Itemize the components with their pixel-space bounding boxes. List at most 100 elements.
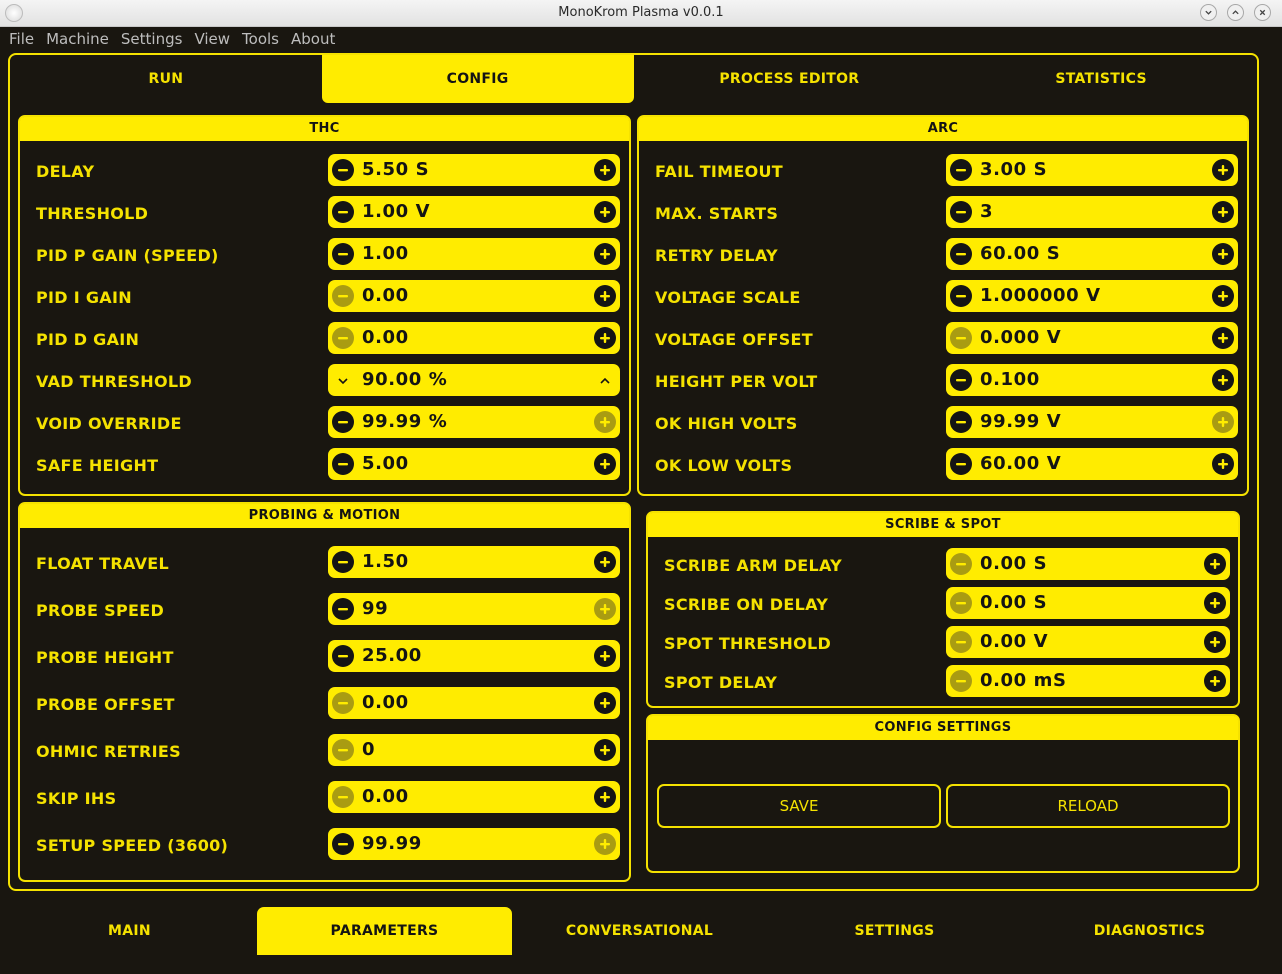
spinbox-value-ok-low-volts[interactable]: 60.00 V [980, 453, 1061, 474]
spinbox-max-starts[interactable]: 3 [946, 196, 1238, 228]
spinbox-value-pid-i-gain[interactable]: 0.00 [362, 285, 409, 306]
plus-circle-icon[interactable] [594, 411, 616, 433]
plus-circle-icon[interactable] [594, 285, 616, 307]
plus-circle-icon[interactable] [594, 243, 616, 265]
tab-diagnostics[interactable]: DIAGNOSTICS [1022, 907, 1277, 955]
minus-circle-icon[interactable] [950, 553, 972, 575]
plus-circle-icon[interactable] [1212, 159, 1234, 181]
plus-circle-icon[interactable] [594, 327, 616, 349]
plus-circle-icon[interactable] [594, 159, 616, 181]
tab-parameters[interactable]: PARAMETERS [257, 907, 512, 955]
plus-circle-icon[interactable] [1204, 631, 1226, 653]
minus-circle-icon[interactable] [332, 327, 354, 349]
reload-button[interactable]: RELOAD [946, 784, 1230, 828]
spinbox-ohmic-retries[interactable]: 0 [328, 734, 620, 766]
plus-circle-icon[interactable] [1212, 411, 1234, 433]
spinbox-value-delay[interactable]: 5.50 S [362, 159, 429, 180]
spinbox-ok-low-volts[interactable]: 60.00 V [946, 448, 1238, 480]
spinbox-voltage-scale[interactable]: 1.000000 V [946, 280, 1238, 312]
plus-circle-icon[interactable] [594, 739, 616, 761]
spinbox-threshold[interactable]: 1.00 V [328, 196, 620, 228]
spinbox-setup-speed-3600[interactable]: 99.99 [328, 828, 620, 860]
spinbox-value-voltage-scale[interactable]: 1.000000 V [980, 285, 1101, 306]
spinbox-scribe-on-delay[interactable]: 0.00 S [946, 587, 1230, 619]
minus-circle-icon[interactable] [332, 739, 354, 761]
spinbox-pid-p-gain-speed[interactable]: 1.00 [328, 238, 620, 270]
spinbox-delay[interactable]: 5.50 S [328, 154, 620, 186]
minus-circle-icon[interactable] [332, 598, 354, 620]
spinbox-value-float-travel[interactable]: 1.50 [362, 551, 409, 572]
tab-run[interactable]: RUN [10, 55, 322, 103]
minus-circle-icon[interactable] [332, 453, 354, 475]
spinbox-value-spot-delay[interactable]: 0.00 mS [980, 670, 1067, 691]
plus-circle-icon[interactable] [1212, 285, 1234, 307]
spinbox-value-vad-threshold[interactable]: 90.00 % [362, 369, 447, 390]
spinbox-fail-timeout[interactable]: 3.00 S [946, 154, 1238, 186]
menu-settings[interactable]: Settings [115, 27, 189, 51]
plus-circle-icon[interactable] [1212, 453, 1234, 475]
plus-circle-icon[interactable] [1204, 670, 1226, 692]
plus-circle-icon[interactable] [594, 786, 616, 808]
spinbox-voltage-offset[interactable]: 0.000 V [946, 322, 1238, 354]
minus-circle-icon[interactable] [950, 592, 972, 614]
minus-circle-icon[interactable] [950, 243, 972, 265]
spinbox-probe-offset[interactable]: 0.00 [328, 687, 620, 719]
spinbox-value-probe-height[interactable]: 25.00 [362, 645, 422, 666]
minus-circle-icon[interactable] [332, 692, 354, 714]
spinbox-pid-i-gain[interactable]: 0.00 [328, 280, 620, 312]
menu-view[interactable]: View [188, 27, 236, 51]
minus-circle-icon[interactable] [950, 159, 972, 181]
minus-circle-icon[interactable] [332, 243, 354, 265]
tab-config[interactable]: CONFIG [321, 55, 634, 103]
tab-settings[interactable]: SETTINGS [767, 907, 1022, 955]
minus-circle-icon[interactable] [332, 201, 354, 223]
spinbox-vad-threshold[interactable]: 90.00 % [328, 364, 620, 396]
spinbox-value-height-per-volt[interactable]: 0.100 [980, 369, 1040, 390]
minimize-icon[interactable] [1200, 4, 1217, 21]
plus-circle-icon[interactable] [1204, 553, 1226, 575]
spinbox-value-voltage-offset[interactable]: 0.000 V [980, 327, 1061, 348]
spinbox-retry-delay[interactable]: 60.00 S [946, 238, 1238, 270]
spinbox-value-void-override[interactable]: 99.99 % [362, 411, 447, 432]
plus-circle-icon[interactable] [594, 692, 616, 714]
minus-circle-icon[interactable] [950, 411, 972, 433]
menu-file[interactable]: File [3, 27, 40, 51]
spinbox-value-ok-high-volts[interactable]: 99.99 V [980, 411, 1061, 432]
menu-tools[interactable]: Tools [236, 27, 285, 51]
plus-circle-icon[interactable] [594, 833, 616, 855]
maximize-icon[interactable] [1227, 4, 1244, 21]
minus-circle-icon[interactable] [332, 551, 354, 573]
spinbox-pid-d-gain[interactable]: 0.00 [328, 322, 620, 354]
plus-circle-icon[interactable] [594, 201, 616, 223]
plus-circle-icon[interactable] [594, 645, 616, 667]
spinbox-value-ohmic-retries[interactable]: 0 [362, 739, 375, 760]
plus-circle-icon[interactable] [1212, 327, 1234, 349]
minus-circle-icon[interactable] [950, 369, 972, 391]
chevron-down-icon[interactable] [336, 373, 350, 387]
spinbox-value-pid-p-gain-speed[interactable]: 1.00 [362, 243, 409, 264]
spinbox-value-setup-speed-3600[interactable]: 99.99 [362, 833, 422, 854]
spinbox-value-threshold[interactable]: 1.00 V [362, 201, 430, 222]
spinbox-probe-speed[interactable]: 99 [328, 593, 620, 625]
plus-circle-icon[interactable] [1212, 243, 1234, 265]
minus-circle-icon[interactable] [950, 453, 972, 475]
spinbox-value-scribe-on-delay[interactable]: 0.00 S [980, 592, 1047, 613]
plus-circle-icon[interactable] [1212, 201, 1234, 223]
minus-circle-icon[interactable] [950, 201, 972, 223]
minus-circle-icon[interactable] [950, 670, 972, 692]
spinbox-height-per-volt[interactable]: 0.100 [946, 364, 1238, 396]
plus-circle-icon[interactable] [594, 551, 616, 573]
tab-main[interactable]: MAIN [2, 907, 257, 955]
minus-circle-icon[interactable] [332, 285, 354, 307]
tab-process-editor[interactable]: PROCESS EDITOR [634, 55, 946, 103]
save-button[interactable]: SAVE [657, 784, 941, 828]
minus-circle-icon[interactable] [950, 631, 972, 653]
spinbox-float-travel[interactable]: 1.50 [328, 546, 620, 578]
tab-conversational[interactable]: CONVERSATIONAL [512, 907, 767, 955]
spinbox-value-probe-offset[interactable]: 0.00 [362, 692, 409, 713]
spinbox-value-fail-timeout[interactable]: 3.00 S [980, 159, 1047, 180]
spinbox-value-pid-d-gain[interactable]: 0.00 [362, 327, 409, 348]
minus-circle-icon[interactable] [332, 159, 354, 181]
spinbox-skip-ihs[interactable]: 0.00 [328, 781, 620, 813]
spinbox-spot-delay[interactable]: 0.00 mS [946, 665, 1230, 697]
